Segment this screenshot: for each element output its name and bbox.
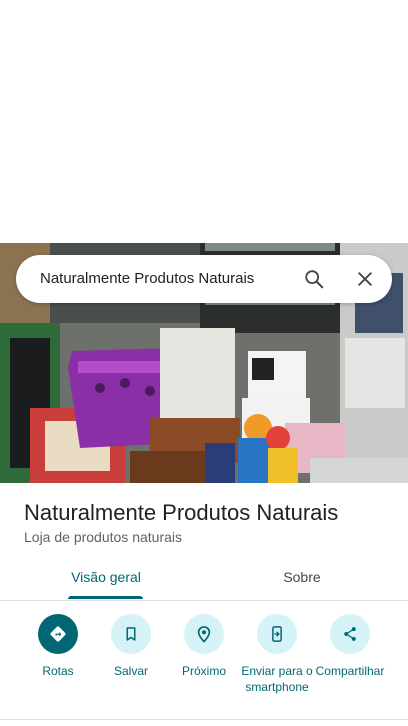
directions-label: Rotas bbox=[42, 664, 74, 678]
share-icon bbox=[344, 627, 356, 641]
search-bar[interactable]: Naturalmente Produtos Naturais bbox=[16, 255, 392, 303]
search-button[interactable] bbox=[298, 263, 330, 295]
directions-button[interactable]: Rotas bbox=[18, 601, 98, 679]
place-title: Naturalmente Produtos Naturais bbox=[24, 500, 339, 525]
nearby-button[interactable]: Próximo bbox=[164, 601, 244, 679]
save-label: Salvar bbox=[113, 664, 148, 678]
search-icon bbox=[305, 270, 324, 289]
directions-circle bbox=[38, 614, 78, 654]
tab-about[interactable]: Sobre bbox=[252, 555, 352, 599]
action-bar: Rotas Salvar Próximo Enviar para o smart… bbox=[0, 601, 408, 721]
save-button[interactable]: Salvar bbox=[91, 601, 171, 679]
tab-overview[interactable]: Visão geral bbox=[56, 555, 156, 599]
send-to-phone-icon bbox=[272, 626, 282, 642]
tab-overview-label: Visão geral bbox=[71, 569, 141, 585]
close-icon bbox=[358, 272, 372, 286]
nearby-label: Próximo bbox=[181, 664, 226, 678]
share-label: Compartilhar bbox=[315, 664, 385, 678]
place-category[interactable]: Loja de produtos naturais bbox=[24, 529, 182, 545]
tab-bar: Visão geral Sobre bbox=[0, 555, 408, 601]
save-circle bbox=[111, 614, 151, 654]
map-area[interactable] bbox=[0, 0, 408, 243]
close-button[interactable] bbox=[349, 263, 381, 295]
directions-icon bbox=[50, 626, 66, 642]
search-input[interactable]: Naturalmente Produtos Naturais bbox=[40, 255, 254, 303]
divider bbox=[0, 719, 408, 720]
share-circle bbox=[330, 614, 370, 654]
send-to-phone-button[interactable]: Enviar para o smartphone bbox=[237, 601, 317, 695]
send-to-phone-circle bbox=[257, 614, 297, 654]
send-to-phone-label: Enviar para o smartphone bbox=[241, 664, 313, 694]
share-button[interactable]: Compartilhar bbox=[310, 601, 390, 679]
bookmark-icon bbox=[126, 627, 136, 641]
nearby-circle bbox=[184, 614, 224, 654]
nearby-icon bbox=[197, 626, 211, 643]
tab-about-label: Sobre bbox=[283, 569, 321, 585]
tab-indicator bbox=[68, 596, 143, 599]
